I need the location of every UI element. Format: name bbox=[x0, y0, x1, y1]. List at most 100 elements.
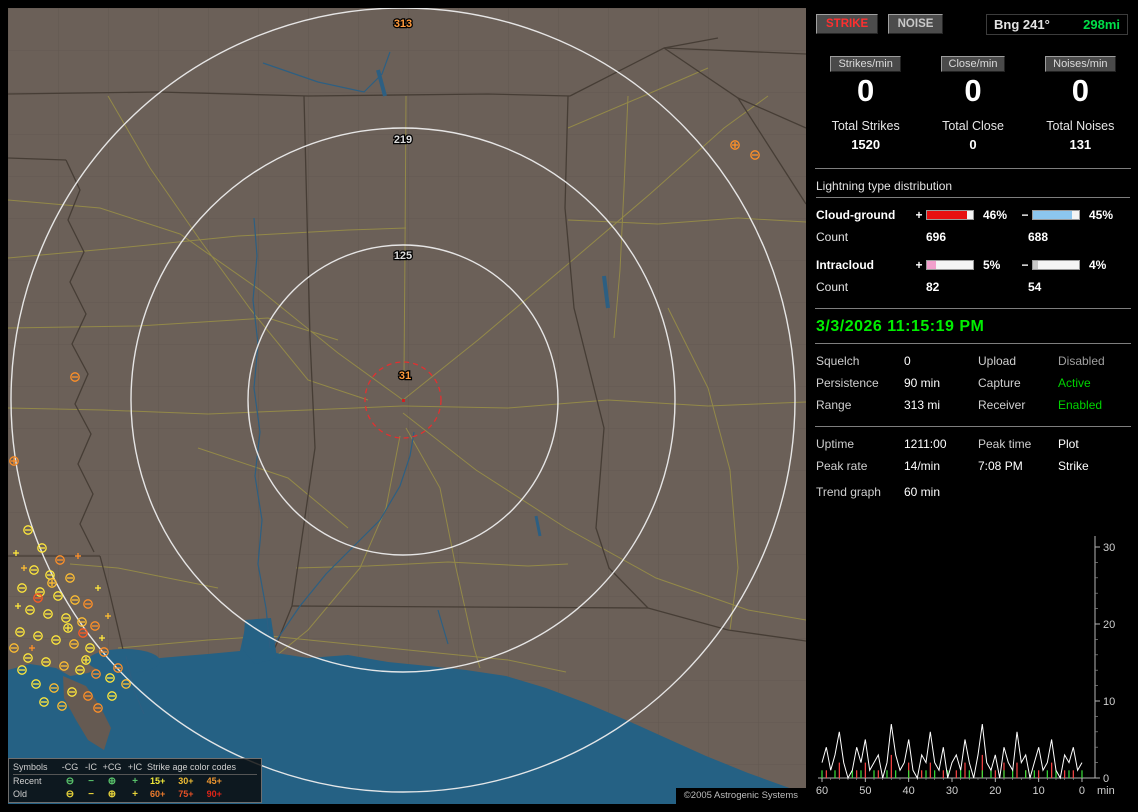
age-code: 30+ bbox=[178, 776, 194, 786]
trend-strike-line bbox=[821, 724, 1083, 780]
legend-symbol-icon: + bbox=[132, 776, 138, 787]
peak-time-label: Peak time bbox=[978, 437, 1032, 451]
totals-row: Total Strikes 1520 Total Close 0 Total N… bbox=[812, 119, 1134, 152]
lake-pontchartrain bbox=[88, 649, 160, 673]
strikes-per-min-chip[interactable]: Strikes/min bbox=[830, 56, 901, 72]
close-per-min-value: 0 bbox=[964, 73, 982, 108]
map-svg: 313 219 125 31 bbox=[8, 8, 806, 804]
uptime-value: 1211:00 bbox=[904, 437, 947, 451]
trend-noise-bar bbox=[1038, 770, 1040, 778]
settings-row: Squelch 0 Upload Disabled bbox=[816, 354, 1134, 368]
ic-negative-fill bbox=[1033, 261, 1038, 269]
rate-boxes: Strikes/min 0 Close/min 0 Noises/min 0 bbox=[812, 54, 1134, 107]
trend-plot-svg: 302010060 50 40 30 20 10 0 min bbox=[816, 536, 1115, 797]
status-row: Uptime 1211:00 Peak time Plot bbox=[816, 437, 1134, 451]
trend-close-bar bbox=[873, 770, 875, 778]
trend-noise-bar bbox=[890, 754, 892, 778]
receiver-site-marker bbox=[402, 399, 405, 402]
trend-close-bar bbox=[981, 770, 983, 778]
trend-x-label: 50 bbox=[859, 785, 871, 797]
trend-close-bar bbox=[821, 770, 823, 778]
legend-header: +IC bbox=[123, 761, 147, 775]
legend-header: Symbols bbox=[13, 761, 59, 775]
trend-close-bar bbox=[1025, 770, 1027, 778]
squelch-label: Squelch bbox=[816, 354, 860, 368]
lightning-map[interactable]: 313 219 125 31 Symbols -CG -IC +CG +IC Strike ag… bbox=[8, 8, 806, 804]
squelch-value: 0 bbox=[904, 354, 911, 368]
count-label: Count bbox=[816, 230, 849, 244]
noise-mode-button[interactable]: NOISE bbox=[887, 14, 944, 34]
noises-per-min-value: 0 bbox=[1071, 73, 1089, 108]
total-close-label: Total Close bbox=[942, 119, 1004, 133]
trend-close-bar bbox=[834, 770, 836, 778]
minus-sign: − bbox=[1021, 258, 1029, 272]
trend-noise-bar bbox=[864, 762, 866, 778]
strike-legend: Symbols -CG -IC +CG +IC Strike age color code… bbox=[8, 758, 262, 803]
trend-close-bar bbox=[1003, 770, 1005, 778]
ic-negative-pct: 4% bbox=[1089, 258, 1107, 272]
upload-status: Disabled bbox=[1058, 354, 1105, 368]
age-code: 90+ bbox=[206, 789, 222, 799]
trend-noise-bar bbox=[1072, 770, 1074, 778]
mode-toolbar: STRIKE NOISE Bng 241° 298mi bbox=[816, 14, 1132, 36]
total-strikes-label: Total Strikes bbox=[831, 119, 900, 133]
divider bbox=[815, 426, 1131, 427]
range-label: Range bbox=[816, 398, 852, 412]
strike-symbol-cp-icon bbox=[47, 578, 57, 588]
trend-close-bar bbox=[886, 770, 888, 778]
ic-positive-count: 82 bbox=[926, 280, 940, 294]
trend-noise-bar bbox=[994, 770, 996, 778]
capture-label: Capture bbox=[978, 376, 1021, 390]
cloud-ground-label: Cloud-ground bbox=[816, 208, 896, 222]
rate-box: Close/min 0 bbox=[919, 54, 1026, 107]
datetime-display: 3/3/2026 11:15:19 PM bbox=[816, 318, 985, 335]
close-per-min-chip[interactable]: Close/min bbox=[940, 56, 1006, 72]
cg-positive-pct: 46% bbox=[983, 208, 1008, 222]
strikes-per-min-value: 0 bbox=[857, 73, 875, 108]
legend-age-row-recent: 15+ 30+ 45+ bbox=[147, 775, 257, 788]
trend-y-label: 10 bbox=[1103, 696, 1115, 708]
legend-symbol-icon: ⊕ bbox=[107, 776, 117, 787]
total-close-value: 0 bbox=[969, 137, 977, 152]
cg-positive-count: 696 bbox=[926, 230, 947, 244]
bearing-label: Bng 241° bbox=[994, 17, 1050, 32]
age-code: 75+ bbox=[178, 789, 194, 799]
total-strikes-value: 1520 bbox=[851, 137, 881, 152]
noises-per-min-chip[interactable]: Noises/min bbox=[1045, 56, 1116, 72]
trend-x-label: 10 bbox=[1033, 785, 1045, 797]
cloud-ground-row: Cloud-ground + 46% − 45% bbox=[816, 208, 1134, 222]
ic-negative-bar bbox=[1032, 260, 1080, 270]
trend-noise-bar bbox=[1064, 770, 1066, 778]
trend-noise-bar bbox=[838, 762, 840, 778]
legend-symbol-icon: ⊖ bbox=[65, 789, 75, 800]
legend-symbol-icon: − bbox=[88, 789, 94, 800]
strike-symbol-cp-icon bbox=[9, 456, 19, 466]
intracloud-label: Intracloud bbox=[816, 258, 875, 272]
trend-noise-bar bbox=[1016, 762, 1018, 778]
legend-symbol-icon: − bbox=[88, 776, 94, 787]
uptime-label: Uptime bbox=[816, 437, 855, 451]
status-row: Peak rate 14/min 7:08 PM Strike bbox=[816, 459, 1134, 473]
plot-label: Plot bbox=[1058, 437, 1079, 451]
cg-positive-fill bbox=[927, 211, 968, 219]
plot-mode-value: Strike bbox=[1058, 459, 1089, 473]
status-row: Trend graph 60 min bbox=[816, 485, 1134, 499]
legend-header: -CG bbox=[59, 761, 81, 775]
cg-negative-pct: 45% bbox=[1089, 208, 1114, 222]
total-noises: Total Noises 131 bbox=[1027, 119, 1134, 152]
range-ring-label: 31 bbox=[399, 370, 411, 382]
peak-rate-value: 14/min bbox=[904, 459, 941, 473]
trend-noise-bar bbox=[856, 770, 858, 778]
ic-positive-bar bbox=[926, 260, 974, 270]
trend-x-label: 40 bbox=[903, 785, 915, 797]
strike-symbol-cp-icon bbox=[63, 623, 73, 633]
plus-sign: + bbox=[915, 258, 923, 272]
total-noises-label: Total Noises bbox=[1046, 119, 1115, 133]
trend-y-label: 0 bbox=[1103, 773, 1109, 785]
ic-negative-count: 54 bbox=[1028, 280, 1042, 294]
persistence-value: 90 min bbox=[904, 376, 941, 390]
trend-close-bar bbox=[895, 770, 897, 778]
rate-box: Strikes/min 0 bbox=[812, 54, 919, 107]
strike-mode-button[interactable]: STRIKE bbox=[816, 14, 879, 34]
legend-symbol-icon: ⊕ bbox=[107, 789, 117, 800]
